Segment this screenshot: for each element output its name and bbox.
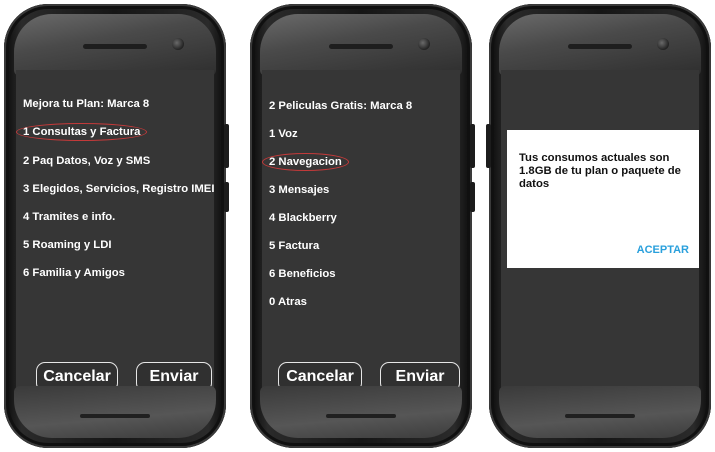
bottom-bezel <box>499 386 701 438</box>
menu-item[interactable]: 3 Elegidos, Servicios, Registro IMEI <box>23 183 214 195</box>
bottom-bezel <box>260 386 462 438</box>
phone-2: 2 Peliculas Gratis: Marca 8 1 Voz 2 Nave… <box>250 4 475 448</box>
ussd-submenu-screen: 2 Peliculas Gratis: Marca 8 1 Voz 2 Nave… <box>262 70 460 392</box>
top-bezel <box>14 14 216 76</box>
camera-icon <box>172 38 184 50</box>
result-dialog: Tus consumos actuales son 1.8GB de tu pl… <box>507 130 699 268</box>
speaker-grille <box>326 414 396 418</box>
menu-item[interactable]: 1 Voz <box>269 128 298 140</box>
side-button <box>224 124 229 168</box>
menu-item[interactable]: 5 Factura <box>269 240 319 252</box>
menu-item[interactable]: 6 Familia y Amigos <box>23 267 125 279</box>
top-bezel <box>260 14 462 76</box>
result-screen: Tus consumos actuales son 1.8GB de tu pl… <box>501 70 699 388</box>
speaker-grille <box>565 414 635 418</box>
menu-item[interactable]: Mejora tu Plan: Marca 8 <box>23 98 149 110</box>
speaker-grille <box>80 414 150 418</box>
side-button <box>470 182 475 212</box>
highlight-circle: 1 Consultas y Factura <box>16 123 148 141</box>
phone-3: Tus consumos actuales son 1.8GB de tu pl… <box>486 4 711 448</box>
earpiece <box>329 44 393 49</box>
top-bezel <box>499 14 701 76</box>
earpiece <box>568 44 632 49</box>
dialog-message: Tus consumos actuales son 1.8GB de tu pl… <box>519 152 681 190</box>
menu-item[interactable]: 2 Peliculas Gratis: Marca 8 <box>269 100 412 112</box>
camera-icon <box>657 38 669 50</box>
side-button <box>224 182 229 212</box>
bottom-bezel <box>14 386 216 438</box>
phone-1: Mejora tu Plan: Marca 8 1 Consultas y Fa… <box>4 4 229 448</box>
menu-item[interactable]: 3 Mensajes <box>269 184 329 196</box>
menu-item[interactable]: 4 Tramites e info. <box>23 211 115 223</box>
menu-item-navegacion[interactable]: 2 Navegacion <box>262 153 349 171</box>
side-button <box>486 124 491 168</box>
menu-item[interactable]: 2 Paq Datos, Voz y SMS <box>23 155 150 167</box>
earpiece <box>83 44 147 49</box>
camera-icon <box>418 38 430 50</box>
menu-item[interactable]: 5 Roaming y LDI <box>23 239 112 251</box>
accept-button[interactable]: ACEPTAR <box>637 244 689 256</box>
highlight-circle: 2 Navegacion <box>262 153 349 171</box>
menu-item[interactable]: 6 Beneficios <box>269 268 336 280</box>
menu-item[interactable]: 4 Blackberry <box>269 212 337 224</box>
menu-item-consultas-factura[interactable]: 1 Consultas y Factura <box>16 123 148 141</box>
menu-item[interactable]: 0 Atras <box>269 296 307 308</box>
side-button <box>470 124 475 168</box>
ussd-menu-screen: Mejora tu Plan: Marca 8 1 Consultas y Fa… <box>16 70 214 392</box>
